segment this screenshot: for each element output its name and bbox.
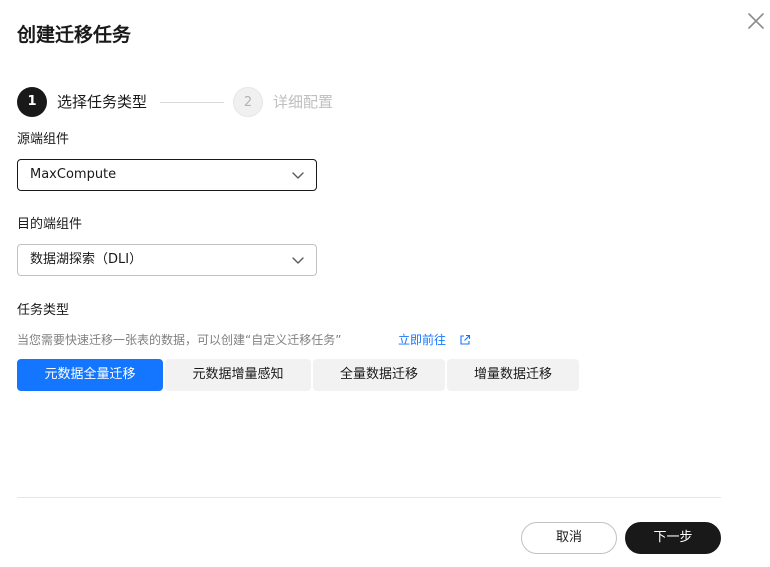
step-1-label: 选择任务类型 xyxy=(57,93,148,111)
footer-divider xyxy=(17,497,721,498)
task-type-label: 任务类型 xyxy=(17,303,70,318)
close-icon[interactable] xyxy=(744,9,768,33)
target-component-select[interactable]: 数据湖探索（DLI） xyxy=(17,244,317,276)
step-2-number: 2 xyxy=(233,87,263,117)
dialog-title: 创建迁移任务 xyxy=(17,24,132,46)
steps-indicator: 1 选择任务类型 2 详细配置 xyxy=(17,87,417,119)
task-type-hint: 当您需要快速迁移一张表的数据，可以创建“自定义迁移任务” xyxy=(17,333,342,347)
source-component-select[interactable]: MaxCompute xyxy=(17,159,317,191)
chevron-down-icon xyxy=(292,170,304,180)
chevron-down-icon xyxy=(292,255,304,265)
go-now-link[interactable]: 立即前往 xyxy=(398,331,446,349)
source-component-label: 源端组件 xyxy=(17,132,70,147)
cancel-button[interactable]: 取消 xyxy=(521,522,617,554)
step-2-label: 详细配置 xyxy=(273,93,334,111)
option-metadata-full-migration[interactable]: 元数据全量迁移 xyxy=(17,359,163,391)
step-connector xyxy=(160,102,224,103)
step-1-number: 1 xyxy=(17,87,47,117)
create-migration-task-dialog: 创建迁移任务 1 选择任务类型 2 详细配置 源端组件 MaxCompute 目… xyxy=(0,0,770,567)
source-component-value: MaxCompute xyxy=(30,167,117,182)
target-component-value: 数据湖探索（DLI） xyxy=(30,252,143,267)
external-link-icon[interactable] xyxy=(459,334,471,346)
option-metadata-incremental-sensing[interactable]: 元数据增量感知 xyxy=(165,359,311,391)
option-incremental-data-migration[interactable]: 增量数据迁移 xyxy=(447,359,579,391)
next-step-button[interactable]: 下一步 xyxy=(625,522,721,554)
option-full-data-migration[interactable]: 全量数据迁移 xyxy=(313,359,445,391)
target-component-label: 目的端组件 xyxy=(17,217,83,232)
